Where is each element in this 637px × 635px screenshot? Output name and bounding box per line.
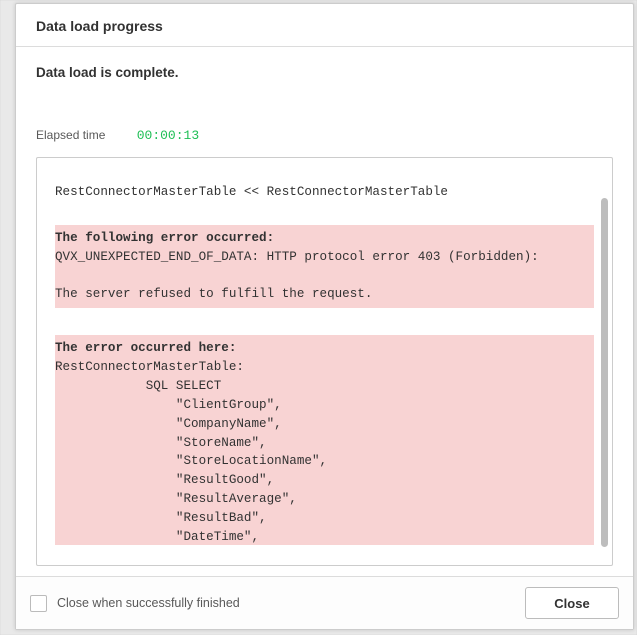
log-content[interactable]: RestConnectorMasterTable << RestConnecto… [55, 164, 594, 545]
close-when-done-checkbox[interactable] [30, 595, 47, 612]
log-error-block: The following error occurred: QVX_UNEXPE… [55, 225, 594, 309]
dialog-body: Data load is complete. Elapsed time 00:0… [16, 47, 633, 576]
load-status: Data load is complete. [36, 65, 613, 80]
close-when-done-label: Close when successfully finished [57, 596, 515, 610]
log-error-block: The error occurred here: RestConnectorMa… [55, 335, 594, 545]
dialog-footer: Close when successfully finished Close [16, 576, 633, 629]
close-button[interactable]: Close [525, 587, 619, 619]
elapsed-value: 00:00:13 [137, 128, 199, 143]
error-body: QVX_UNEXPECTED_END_OF_DATA: HTTP protoco… [55, 250, 539, 302]
error-body: RestConnectorMasterTable: SQL SELECT "Cl… [55, 360, 342, 545]
close-button-label: Close [554, 596, 589, 611]
log-line: RestConnectorMasterTable << RestConnecto… [55, 183, 594, 202]
data-load-dialog: Data load progress Data load is complete… [15, 3, 634, 630]
error-heading: The following error occurred: [55, 231, 274, 245]
error-heading: The error occurred here: [55, 341, 236, 355]
dialog-title: Data load progress [36, 18, 613, 34]
elapsed-label: Elapsed time [36, 128, 105, 142]
elapsed-row: Elapsed time 00:00:13 [36, 128, 613, 143]
scrollbar-thumb[interactable] [601, 198, 608, 547]
dialog-header: Data load progress [16, 4, 633, 47]
log-panel: RestConnectorMasterTable << RestConnecto… [36, 157, 613, 566]
